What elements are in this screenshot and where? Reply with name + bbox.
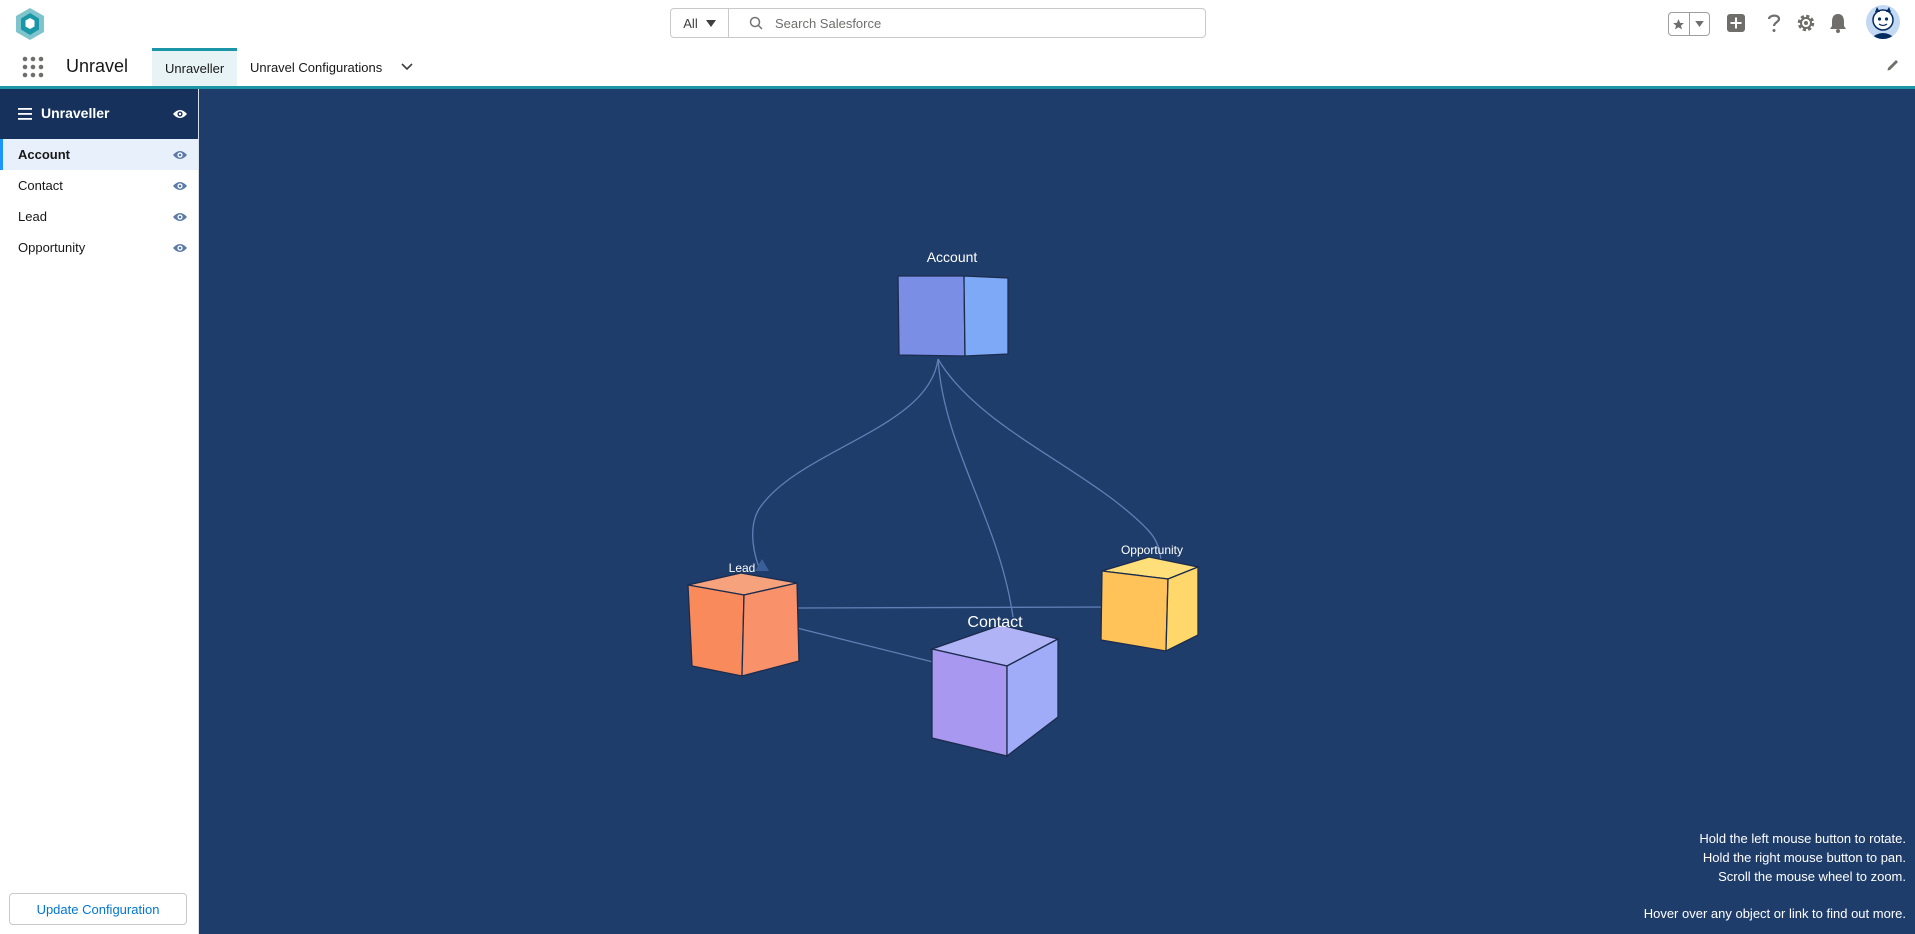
notifications-button[interactable]	[1826, 11, 1850, 35]
search-icon	[749, 16, 763, 30]
node-label: Lead	[729, 561, 756, 575]
sidebar-item-label: Lead	[18, 209, 47, 224]
node-label: Opportunity	[1121, 543, 1183, 557]
eye-icon[interactable]	[172, 149, 188, 161]
sidebar-item-account[interactable]: Account	[0, 139, 198, 170]
tab-unraveller[interactable]: Unraveller	[152, 48, 238, 86]
chevron-down-icon	[1694, 21, 1704, 27]
graph-canvas[interactable]: Account Lead Contact Opportunity Hold th…	[199, 89, 1915, 934]
sidebar-title: Unraveller	[41, 105, 110, 121]
global-search: All	[670, 8, 1206, 38]
help-button[interactable]	[1762, 11, 1786, 35]
eye-icon[interactable]	[172, 211, 188, 223]
link-account-opportunity[interactable]	[937, 358, 1162, 565]
sidebar-header: Unraveller	[0, 89, 198, 139]
bell-icon	[1830, 14, 1846, 33]
favorites-group	[1668, 12, 1710, 36]
node-label: Contact	[967, 614, 1023, 631]
eye-icon[interactable]	[172, 242, 188, 254]
star-icon	[1673, 18, 1685, 29]
link-account-lead[interactable]	[752, 358, 939, 570]
sidebar-item-opportunity[interactable]: Opportunity	[0, 232, 198, 263]
sidebar-item-label: Contact	[18, 178, 63, 193]
help-text-rotate: Hold the left mouse button to rotate.	[1699, 831, 1906, 846]
add-icon	[1727, 14, 1745, 32]
favorites-button[interactable]	[1669, 13, 1689, 35]
user-avatar[interactable]	[1866, 5, 1900, 39]
sidebar-item-lead[interactable]: Lead	[0, 201, 198, 232]
app-logo-icon[interactable]	[12, 6, 48, 42]
search-input[interactable]	[773, 14, 1177, 32]
gear-icon	[1797, 14, 1815, 32]
app-name: Unravel	[66, 56, 129, 76]
chevron-down-icon	[705, 19, 716, 27]
setup-button[interactable]	[1794, 11, 1818, 35]
app-launcher-button[interactable]	[22, 56, 44, 78]
node-lead[interactable]	[687, 572, 800, 677]
global-actions-button[interactable]	[1724, 11, 1748, 35]
unraveller-sidebar: Unraveller Account Contact Lead Opportun…	[0, 89, 199, 934]
menu-icon[interactable]	[18, 108, 32, 120]
link-contact-lead[interactable]	[784, 624, 934, 663]
node-label: Account	[927, 249, 978, 265]
avatar-icon	[1866, 5, 1900, 39]
update-configuration-button[interactable]: Update Configuration	[9, 893, 187, 925]
tab-menu-button[interactable]	[400, 60, 414, 74]
help-text-zoom: Scroll the mouse wheel to zoom.	[1718, 869, 1906, 884]
node-opportunity[interactable]	[1100, 556, 1201, 653]
app-nav-bar: Unravel Unraveller Unravel Configuration…	[0, 46, 1915, 89]
global-header: All	[0, 0, 1915, 46]
eye-icon[interactable]	[172, 180, 188, 192]
tab-unravel-configurations[interactable]: Unravel Configurations	[237, 48, 395, 86]
search-scope-select[interactable]: All	[671, 9, 729, 37]
favorites-list-button[interactable]	[1688, 13, 1710, 35]
node-contact[interactable]	[929, 624, 1060, 758]
sidebar-item-label: Opportunity	[18, 240, 86, 255]
node-account[interactable]	[897, 275, 1009, 357]
link-account-contact[interactable]	[937, 358, 1014, 618]
edit-nav-button[interactable]	[1886, 58, 1900, 72]
eye-icon[interactable]	[172, 108, 188, 120]
sidebar-item-label: Account	[18, 147, 70, 162]
help-icon	[1767, 14, 1781, 32]
app-launcher-icon	[22, 56, 44, 78]
sidebar-item-contact[interactable]: Contact	[0, 170, 198, 201]
pencil-icon	[1887, 60, 1898, 71]
help-text-hover: Hover over any object or link to find ou…	[1643, 906, 1906, 921]
link-lead-opportunity[interactable]	[794, 606, 1121, 609]
chevron-down-icon	[401, 63, 413, 71]
search-scope-label: All	[683, 15, 698, 31]
graph-svg[interactable]: Account Lead Contact Opportunity	[199, 89, 1915, 934]
help-text-pan: Hold the right mouse button to pan.	[1702, 850, 1906, 865]
